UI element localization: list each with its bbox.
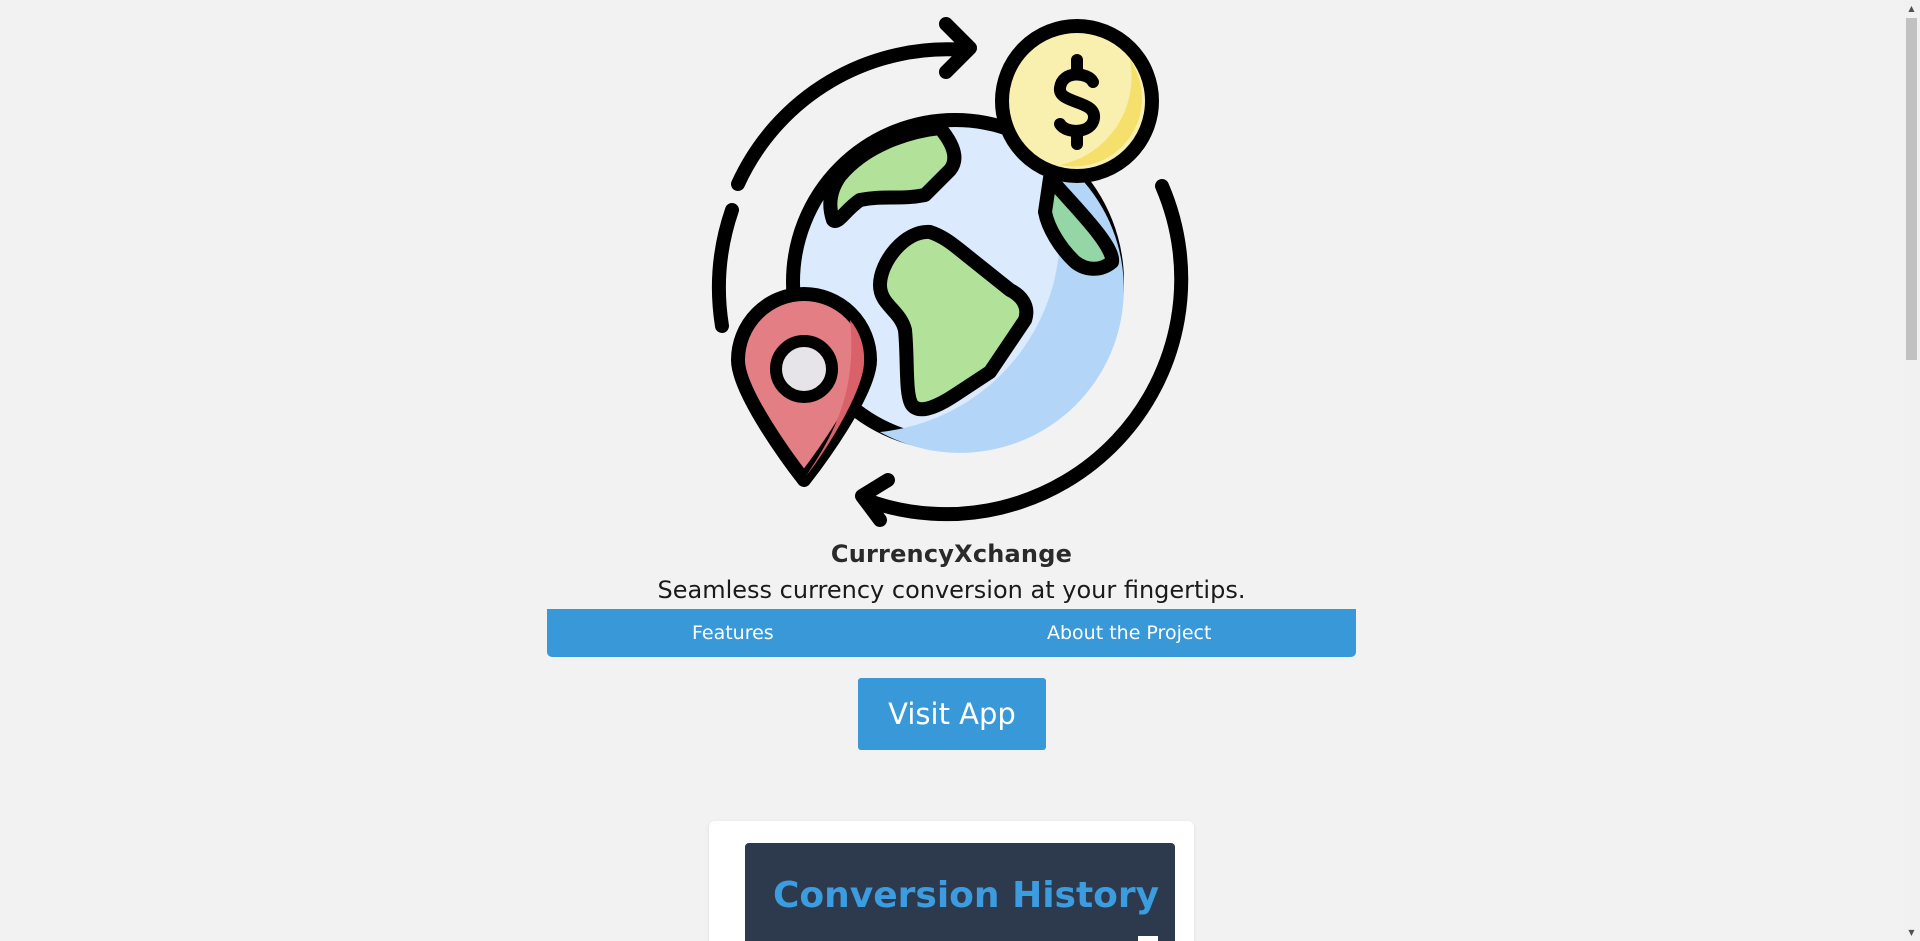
visit-app-button[interactable]: Visit App — [858, 678, 1046, 750]
conversion-history-heading: Conversion History — [773, 875, 1160, 916]
landing-page: CurrencyXchange Seamless currency conver… — [0, 0, 1920, 941]
nav-link-about-the-project[interactable]: About the Project — [1047, 609, 1211, 657]
preview-square-icon — [1138, 936, 1158, 941]
nav-link-features[interactable]: Features — [692, 609, 774, 657]
scrollbar-thumb[interactable] — [1906, 18, 1917, 360]
preview-card: Conversion History — [709, 821, 1194, 941]
globe-currency-exchange-icon — [711, 17, 1189, 527]
nav-bar: Features About the Project — [547, 609, 1356, 657]
scroll-up-arrow[interactable]: ▲ — [1903, 0, 1920, 17]
app-title: CurrencyXchange — [830, 540, 1073, 568]
preview-screenshot: Conversion History — [745, 843, 1175, 941]
app-tagline: Seamless currency conversion at your fin… — [657, 576, 1246, 604]
logo — [705, 14, 1205, 536]
vertical-scrollbar[interactable]: ▲ ▼ — [1903, 0, 1920, 941]
scroll-down-arrow[interactable]: ▼ — [1903, 924, 1920, 941]
